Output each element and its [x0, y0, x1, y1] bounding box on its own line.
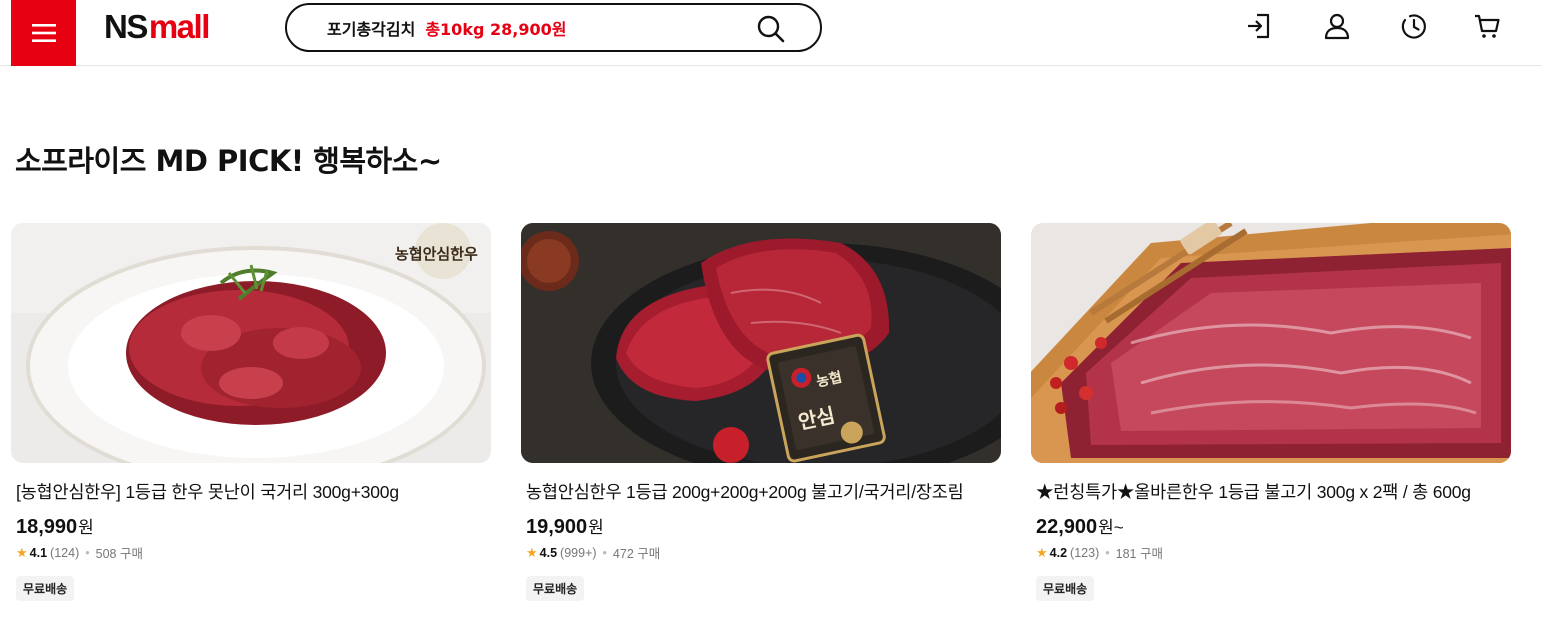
cart-icon — [1475, 14, 1500, 38]
product-image[interactable]: 농협 안심 — [521, 223, 1001, 463]
product-card[interactable]: ★런칭특가★올바른한우 1등급 불고기 300g x 2팩 / 총 600g 2… — [1031, 223, 1511, 601]
search-button[interactable] — [756, 14, 786, 44]
rating-score: 4.5 — [539, 545, 558, 560]
logo-ns: NS — [104, 8, 148, 45]
price-row: 22,900 원~ — [1031, 513, 1511, 539]
price-row: 18,990 원 — [11, 513, 491, 539]
product-price: 22,900 — [1036, 516, 1098, 538]
price-currency: 원 — [78, 518, 94, 537]
recent-clock-icon — [1401, 14, 1426, 39]
logo[interactable]: NS mall — [104, 8, 211, 48]
rating-score: 4.2 — [1049, 545, 1068, 560]
free-shipping-badge: 무료배송 — [526, 576, 585, 601]
product-image[interactable] — [1031, 223, 1511, 463]
logo-mall: mall — [148, 8, 211, 45]
top-bar: NS mall 포기총각김치 총10kg 28,900원 — [0, 0, 1542, 66]
mypage-button[interactable] — [1321, 10, 1353, 42]
star-icon: ★ — [1036, 544, 1048, 560]
product-card[interactable]: 농협안심한우 [농협안심한우] 1등급 한우 못난이 국거리 300g+300g… — [11, 223, 491, 601]
hamburger-icon — [31, 24, 56, 42]
product-price: 19,900 — [526, 516, 588, 538]
purchase-count: 181 구매 — [1115, 547, 1163, 561]
separator-dot: • — [602, 545, 607, 560]
price-currency: 원 — [588, 518, 604, 537]
menu-button[interactable] — [11, 0, 76, 66]
recent-viewed-button[interactable] — [1398, 10, 1430, 42]
product-price: 18,990 — [16, 516, 78, 538]
review-count: (123) — [1070, 545, 1100, 560]
separator-dot: • — [85, 545, 90, 560]
free-shipping-badge: 무료배송 — [1036, 576, 1095, 601]
product-title[interactable]: [농협안심한우] 1등급 한우 못난이 국거리 300g+300g — [11, 479, 491, 505]
user-icon — [1324, 13, 1350, 40]
purchase-count: 508 구매 — [95, 547, 143, 561]
product-image[interactable]: 농협안심한우 — [11, 223, 491, 463]
search-promo: 총10kg 28,900원 — [425, 19, 567, 39]
free-shipping-badge: 무료배송 — [16, 576, 75, 601]
rating-row: ★ 4.5 (999+) • 472 구매 — [521, 543, 1001, 562]
rating-row: ★ 4.1 (124) • 508 구매 — [11, 543, 491, 562]
product-image-label: 농협안심한우 — [395, 245, 478, 263]
product-title[interactable]: 농협안심한우 1등급 200g+200g+200g 불고기/국거리/장조림 — [521, 479, 1001, 505]
price-row: 19,900 원 — [521, 513, 1001, 539]
star-icon: ★ — [16, 544, 28, 560]
purchase-count: 472 구매 — [612, 547, 661, 561]
search-keyword: 포기총각김치 — [327, 19, 416, 39]
price-currency: 원~ — [1098, 518, 1124, 537]
product-title[interactable]: ★런칭특가★올바른한우 1등급 불고기 300g x 2팩 / 총 600g — [1031, 479, 1511, 505]
star-icon: ★ — [526, 544, 538, 560]
login-icon — [1248, 13, 1270, 39]
rating-row: ★ 4.2 (123) • 181 구매 — [1031, 543, 1511, 562]
product-card[interactable]: 농협 안심 농협안심한우 1등급 200g+200g+200g 불고기/국거리/… — [521, 223, 1001, 601]
search-icon — [757, 15, 785, 43]
search-bar[interactable]: 포기총각김치 총10kg 28,900원 — [285, 3, 822, 52]
review-count: (999+) — [560, 545, 597, 560]
separator-dot: • — [1105, 545, 1110, 560]
rating-score: 4.1 — [29, 545, 48, 560]
section-title: 소프라이즈 MD PICK! 행복하소~ — [15, 144, 442, 178]
review-count: (124) — [50, 545, 80, 560]
cart-button[interactable] — [1471, 10, 1503, 42]
login-button[interactable] — [1243, 10, 1275, 42]
